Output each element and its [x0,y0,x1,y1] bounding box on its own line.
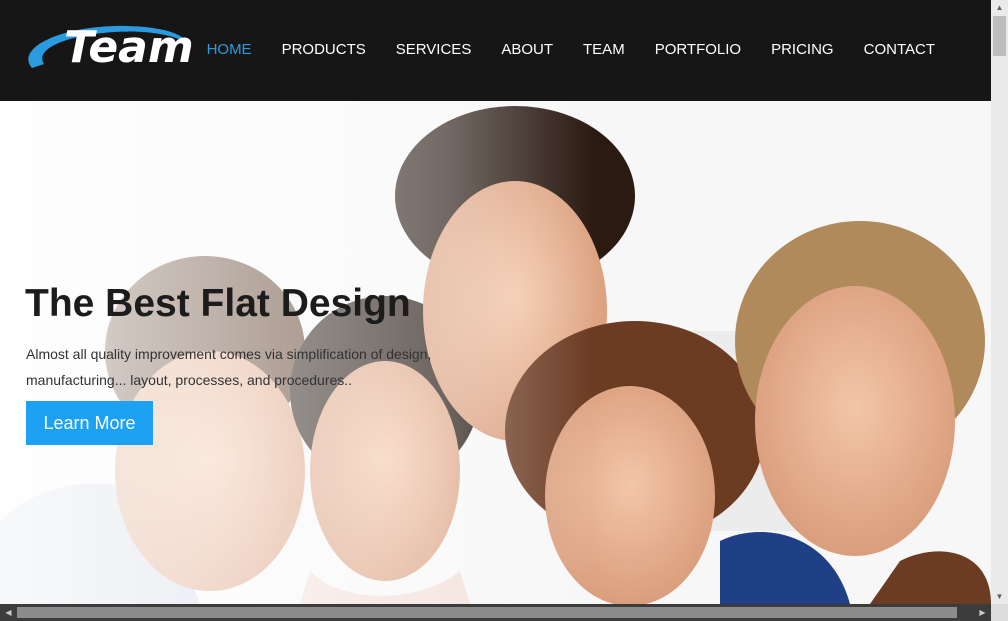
team-logo[interactable]: Team [24,22,194,76]
nav-item-team[interactable]: TEAM [568,40,640,60]
nav-item-home[interactable]: HOME [192,40,267,60]
nav-item-contact[interactable]: CONTACT [849,40,950,60]
vertical-scrollbar[interactable]: ▲ ▼ [991,0,1008,604]
scroll-down-arrow-icon[interactable]: ▼ [991,589,1008,604]
site-header: Team HOME PRODUCTS SERVICES ABOUT TEAM P… [0,0,991,101]
hero-description-line-2: manufacturing... layout, processes, and … [26,372,353,388]
hero-description: Almost all quality improvement comes via… [26,341,466,393]
nav-item-products[interactable]: PRODUCTS [267,40,381,60]
vertical-scroll-thumb[interactable] [993,16,1006,56]
scroll-up-arrow-icon[interactable]: ▲ [991,0,1008,15]
scrollbar-corner [991,604,1008,621]
nav-item-about[interactable]: ABOUT [486,40,568,60]
hero-description-line-1: Almost all quality improvement comes via… [26,346,432,362]
logo-text: Team [64,22,194,73]
nav-item-portfolio[interactable]: PORTFOLIO [640,40,756,60]
scroll-left-arrow-icon[interactable]: ◀ [0,604,17,621]
horizontal-scrollbar[interactable]: ◀ ▶ [0,604,991,621]
nav-item-services[interactable]: SERVICES [381,40,487,60]
nav-item-pricing[interactable]: PRICING [756,40,849,60]
horizontal-scroll-thumb[interactable] [17,607,957,618]
hero-section: The Best Flat Design Almost all quality … [0,101,991,604]
scroll-right-arrow-icon[interactable]: ▶ [974,604,991,621]
main-nav: HOME PRODUCTS SERVICES ABOUT TEAM PORTFO… [192,40,950,60]
learn-more-button[interactable]: Learn More [26,401,153,445]
hero-title: The Best Flat Design [25,282,411,325]
